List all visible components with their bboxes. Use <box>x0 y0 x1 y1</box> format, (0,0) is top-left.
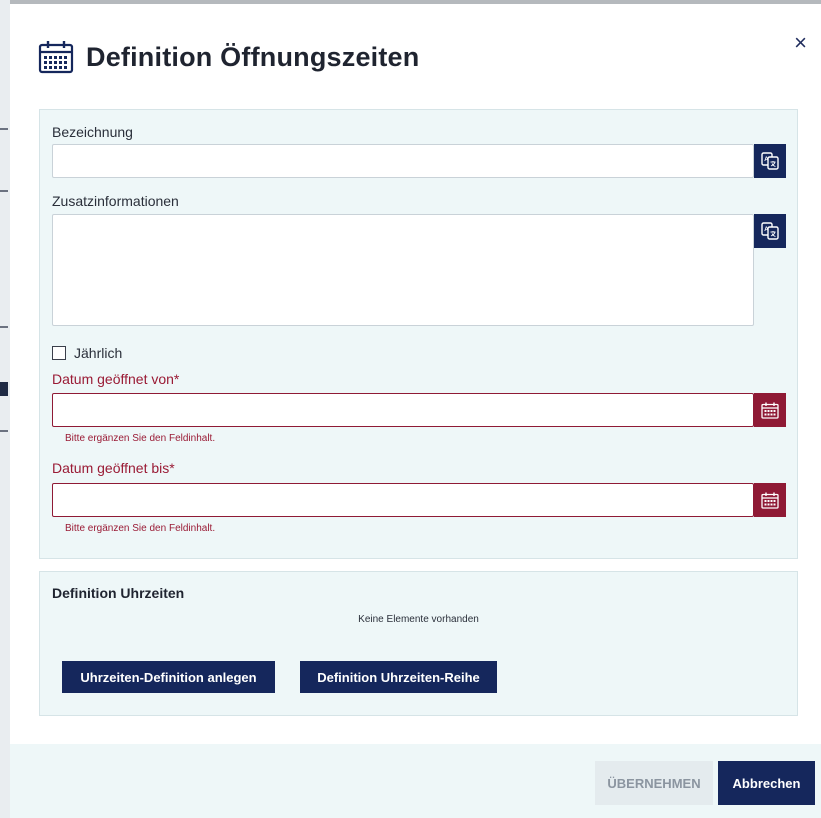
opening-hours-dialog: Definition Öffnungszeiten × Bezeichnung … <box>10 0 821 818</box>
zusatzinformationen-label: Zusatzinformationen <box>52 193 179 209</box>
calendar-icon <box>38 41 74 74</box>
bezeichnung-translate-button[interactable]: A <box>754 144 786 178</box>
datum-bis-label: Datum geöffnet bis* <box>52 460 175 476</box>
svg-text:A: A <box>764 227 769 233</box>
uhrzeiten-panel: Definition Uhrzeiten Keine Elemente vorh… <box>39 571 798 716</box>
uhrzeiten-title: Definition Uhrzeiten <box>52 585 185 601</box>
create-uhrzeiten-button[interactable]: Uhrzeiten-Definition anlegen <box>62 661 275 693</box>
background-mark <box>0 190 8 192</box>
calendar-icon <box>761 402 779 419</box>
zusatzinformationen-translate-button[interactable]: A <box>754 214 786 248</box>
translate-icon: A <box>761 222 779 240</box>
apply-button[interactable]: ÜBERNEHMEN <box>595 761 713 805</box>
zusatzinformationen-textarea[interactable] <box>52 214 754 326</box>
cancel-button[interactable]: Abbrechen <box>718 761 815 805</box>
background-mark <box>0 128 8 130</box>
datum-bis-input[interactable] <box>52 483 754 517</box>
svg-text:A: A <box>764 157 769 163</box>
dialog-title: Definition Öffnungszeiten <box>86 42 420 72</box>
datum-von-picker-button[interactable] <box>754 393 786 427</box>
calendar-icon <box>761 492 779 509</box>
datum-von-input[interactable] <box>52 393 754 427</box>
form-panel: Bezeichnung A Zusatzinformationen A Jähr… <box>39 109 798 559</box>
datum-bis-picker-button[interactable] <box>754 483 786 517</box>
background-mark <box>0 430 8 432</box>
datum-von-label: Datum geöffnet von* <box>52 371 180 387</box>
translate-icon: A <box>761 152 779 170</box>
background-page <box>0 0 10 818</box>
empty-list-text: Keine Elemente vorhanden <box>358 614 479 625</box>
background-mark <box>0 326 8 328</box>
close-icon[interactable]: × <box>794 32 807 54</box>
dialog-footer: ÜBERNEHMEN Abbrechen <box>10 744 821 818</box>
datum-von-hint: Bitte ergänzen Sie den Feldinhalt. <box>65 433 216 444</box>
datum-bis-hint: Bitte ergänzen Sie den Feldinhalt. <box>65 523 216 534</box>
bezeichnung-label: Bezeichnung <box>52 124 133 140</box>
background-mark <box>0 382 8 396</box>
jaehrlich-label: Jährlich <box>74 345 123 361</box>
bezeichnung-input[interactable] <box>52 144 754 178</box>
uhrzeiten-series-button[interactable]: Definition Uhrzeiten-Reihe <box>300 661 497 693</box>
jaehrlich-checkbox[interactable] <box>52 346 66 360</box>
